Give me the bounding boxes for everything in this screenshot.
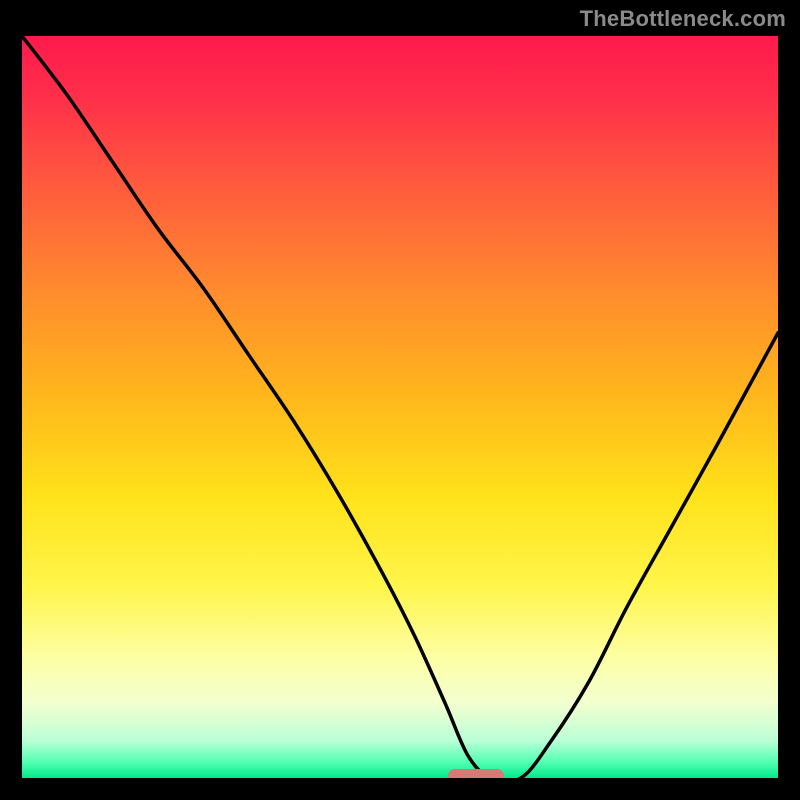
curve-path bbox=[22, 36, 778, 778]
optimal-marker bbox=[448, 769, 504, 778]
chart-frame: TheBottleneck.com bbox=[0, 0, 800, 800]
watermark-text: TheBottleneck.com bbox=[580, 6, 786, 32]
plot-area bbox=[22, 36, 778, 778]
bottleneck-curve bbox=[22, 36, 778, 778]
